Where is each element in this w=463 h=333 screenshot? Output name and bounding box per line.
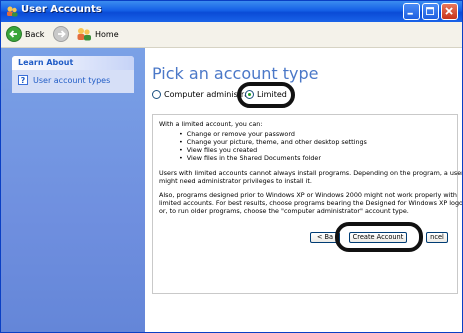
install-note-line-1: Users with limited accounts cannot alway… <box>159 169 463 177</box>
compat-note-line-1: Also, programs designed prior to Windows… <box>159 191 457 199</box>
learn-about-panel: Learn About ? User account types <box>12 56 134 93</box>
learn-about-header: Learn About <box>12 56 134 70</box>
compat-note-line-2: limited accounts. For best results, choo… <box>159 199 463 207</box>
forward-arrow-icon <box>53 26 69 42</box>
user-accounts-window: User Accounts Back Home Learn About ? Us… <box>0 0 463 333</box>
back-button[interactable]: Back <box>6 25 44 43</box>
minimize-icon <box>407 12 413 15</box>
maximize-button[interactable] <box>422 3 439 20</box>
user-account-types-link[interactable]: ? User account types <box>18 75 128 85</box>
toolbar: Back Home <box>1 22 462 48</box>
intro-text: With a limited account, you can: <box>159 120 263 128</box>
user-accounts-icon <box>7 6 18 17</box>
install-note-line-2: might need administrator privileges to i… <box>159 177 312 185</box>
computer-administrator-radio[interactable] <box>152 90 161 99</box>
minimize-button[interactable] <box>403 3 420 20</box>
maximize-icon <box>426 7 435 16</box>
compat-note-line-3: or, to run older programs, choose the "c… <box>159 207 409 215</box>
main-content: Pick an account type Computer administra… <box>145 48 462 332</box>
title-bar[interactable]: User Accounts <box>1 1 462 22</box>
cancel-button[interactable]: ncel <box>426 232 448 243</box>
svg-text:?: ? <box>21 76 26 85</box>
back-arrow-icon <box>6 26 22 42</box>
home-label: Home <box>95 29 119 39</box>
close-icon <box>445 7 453 15</box>
highlight-circle-create-account <box>335 222 423 252</box>
user-accounts-home-icon <box>77 28 91 41</box>
close-button[interactable] <box>441 3 458 20</box>
account-info-box: With a limited account, you can: Change … <box>152 114 462 294</box>
help-icon: ? <box>18 75 28 85</box>
list-item: Change or remove your password <box>179 130 367 138</box>
list-item: View files you created <box>179 146 367 154</box>
highlight-circle-limited <box>237 82 295 108</box>
home-button[interactable]: Home <box>76 25 119 43</box>
back-label: Back <box>25 29 45 39</box>
capabilities-list: Change or remove your password Change yo… <box>179 130 367 162</box>
list-item: View files in the Shared Documents folde… <box>179 154 367 162</box>
window-title: User Accounts <box>21 4 102 15</box>
task-pane: Learn About ? User account types <box>1 48 145 332</box>
forward-button[interactable] <box>53 25 69 43</box>
user-account-types-label: User account types <box>33 75 111 85</box>
page-title: Pick an account type <box>152 64 319 83</box>
list-item: Change your picture, theme, and other de… <box>179 138 367 146</box>
